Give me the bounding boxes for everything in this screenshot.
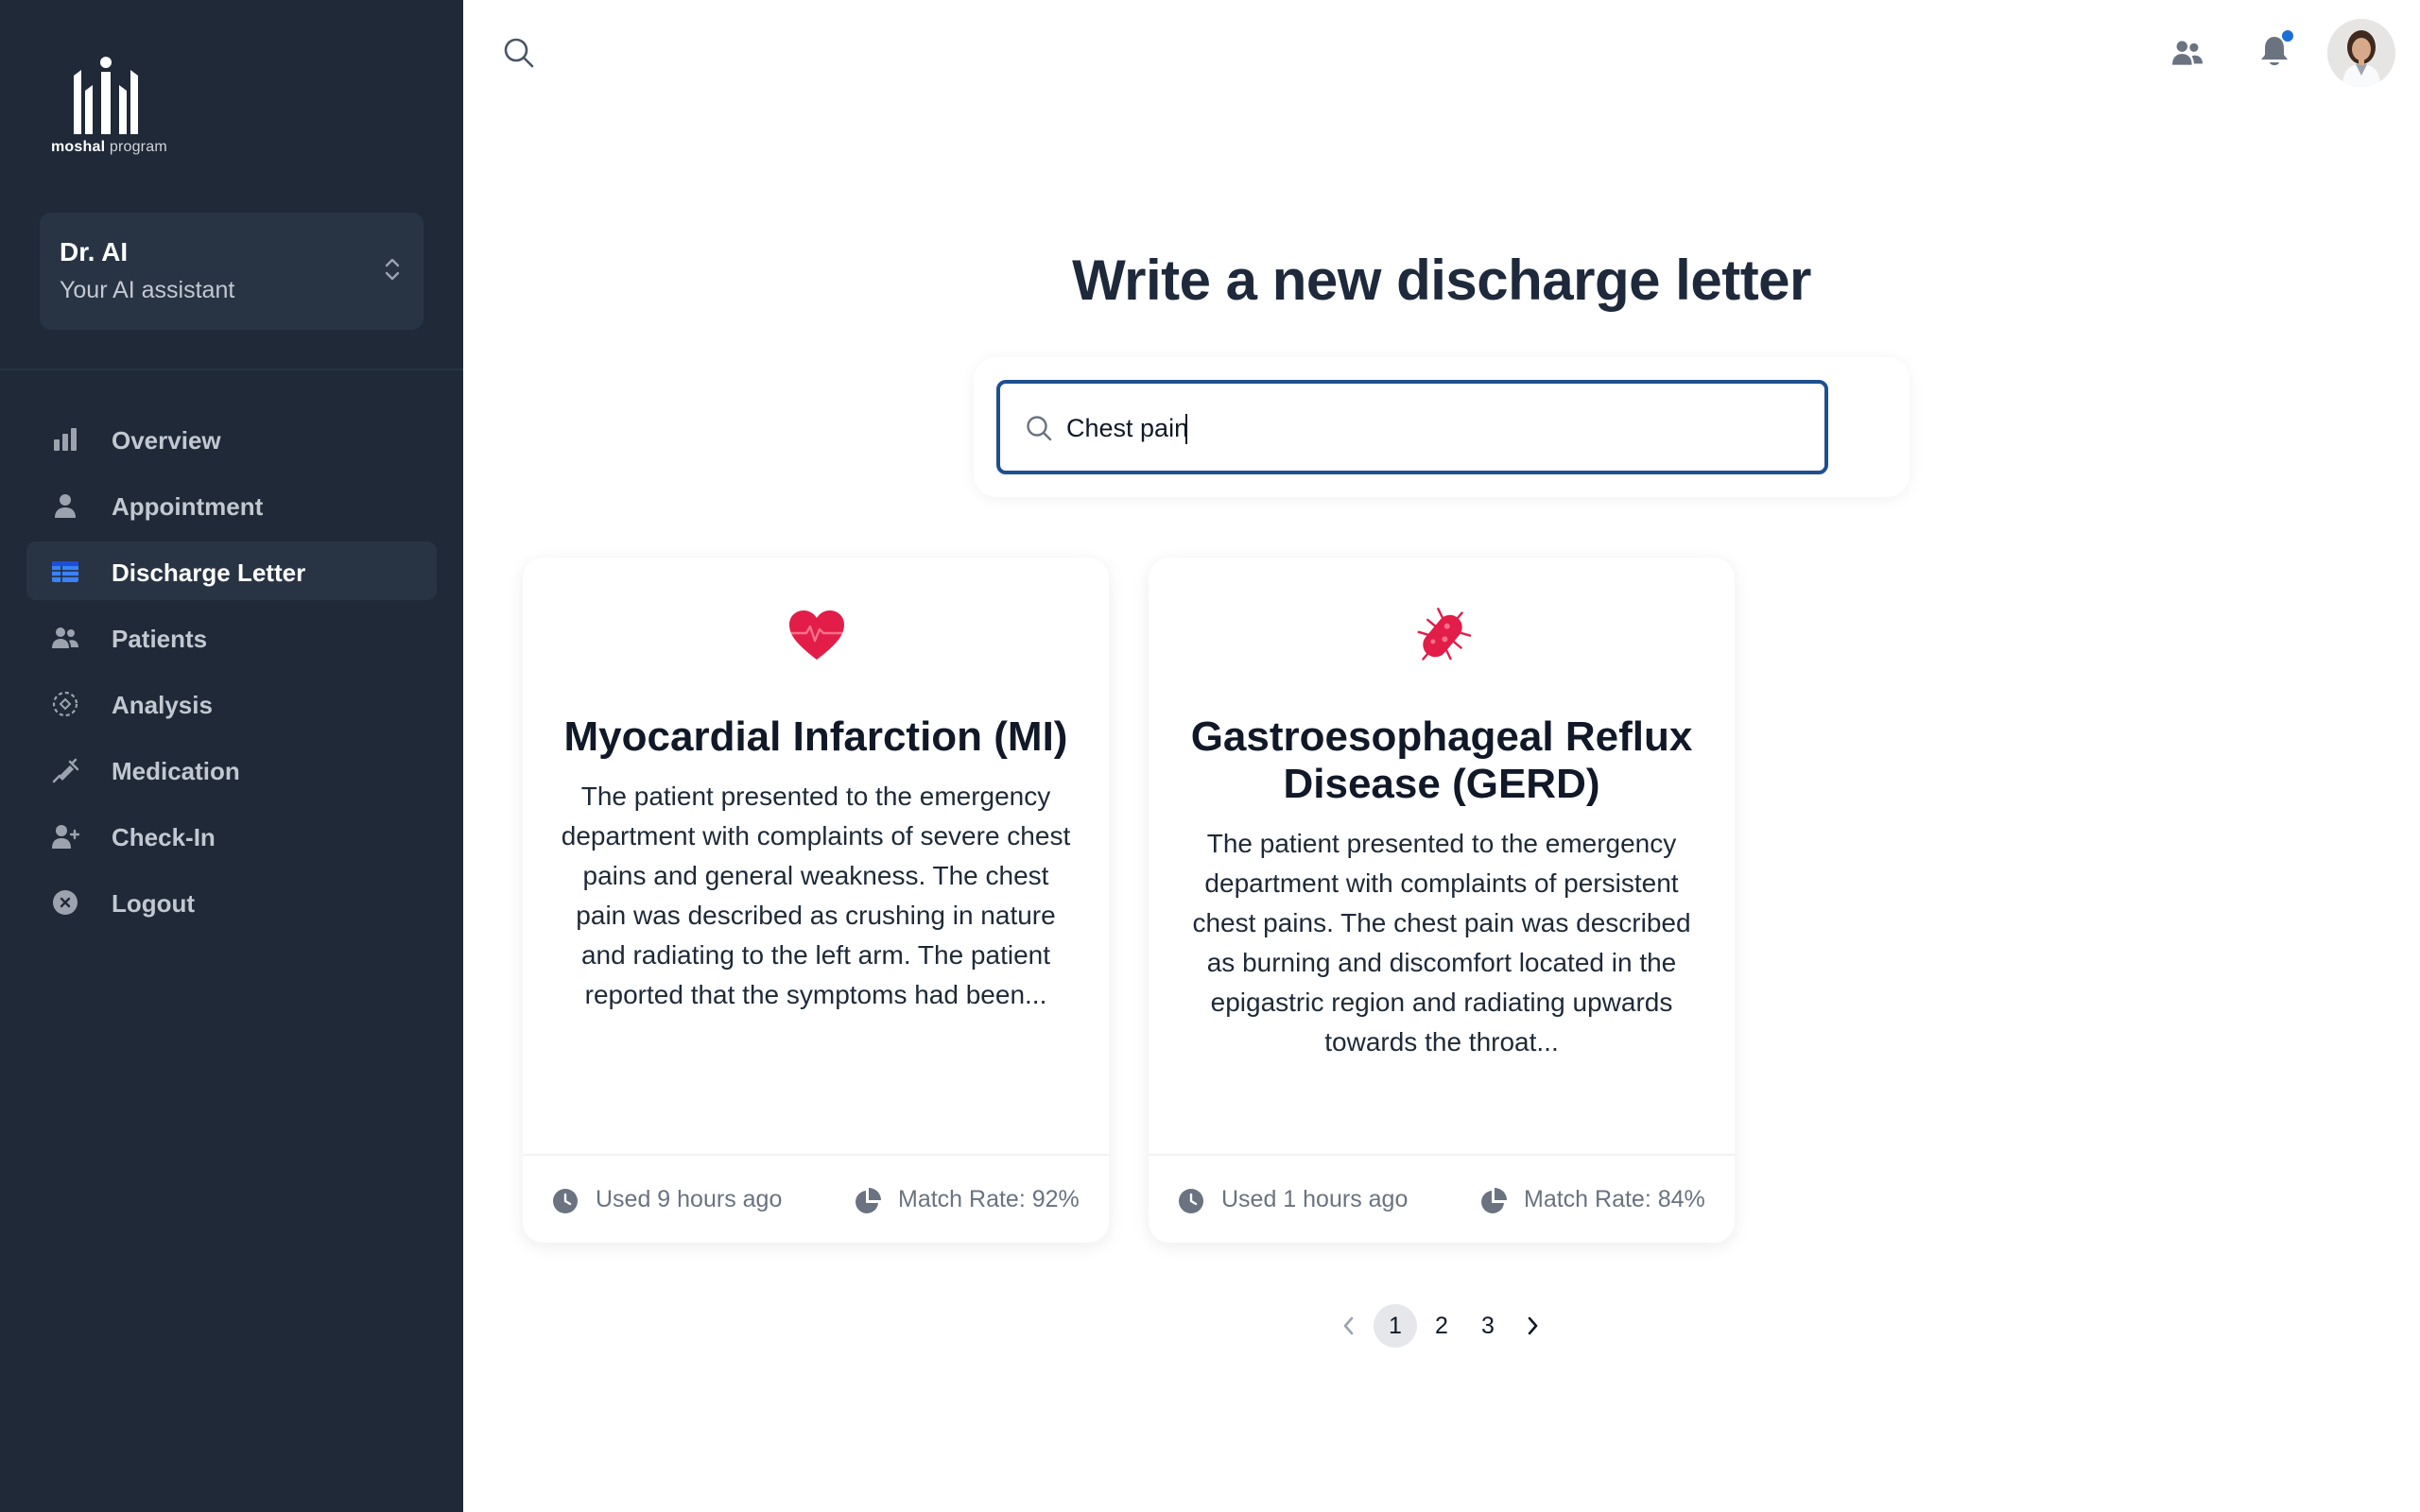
sidebar-item-label: Appointment (112, 492, 264, 521)
card-title: Gastroesophageal Reflux Disease (GERD) (1190, 713, 1693, 807)
card-title: Myocardial Infarction (MI) (563, 713, 1068, 760)
pie-chart-icon (1481, 1188, 1507, 1213)
sidebar-item-analysis[interactable]: Analysis (26, 674, 437, 732)
sidebar-item-label: Check-In (112, 823, 216, 851)
clock-icon (1179, 1189, 1203, 1213)
card-description: The patient presented to the emergency d… (1192, 829, 1691, 1057)
sidebar-nav: Overview Appointment Discharge Letter Pa… (26, 409, 437, 938)
sidebar-item-label: Patients (112, 625, 208, 653)
user-avatar-icon (2327, 19, 2395, 87)
sidebar-item-patients[interactable]: Patients (26, 608, 437, 666)
page-button-1[interactable]: 1 (1374, 1304, 1417, 1348)
template-card-mi[interactable]: Myocardial Infarction (MI) The patient p… (523, 558, 1109, 1243)
sidebar-item-check-in[interactable]: Check-In (26, 806, 437, 865)
clock-icon (553, 1189, 578, 1213)
search-icon (1027, 416, 1052, 441)
search-panel (974, 357, 1910, 497)
chevron-left-icon[interactable] (1338, 1314, 1360, 1338)
bacteria-icon (1417, 608, 1472, 661)
syringe-icon (51, 756, 79, 784)
sidebar-item-discharge-letter[interactable]: Discharge Letter (26, 541, 437, 600)
card-footer: Used 1 hours ago Match Rate: 84% (1149, 1154, 1735, 1243)
page-button-3[interactable]: 3 (1466, 1304, 1510, 1348)
search-input[interactable] (1066, 404, 1804, 452)
pie-chart-icon (856, 1188, 881, 1213)
assistant-subtitle: Your AI assistant (60, 277, 235, 303)
sidebar-item-label: Logout (112, 889, 196, 918)
brand-name: moshal program (51, 139, 167, 155)
card-footer: Used 9 hours ago Match Rate: 92% (523, 1154, 1109, 1243)
sidebar-item-label: Analysis (112, 691, 213, 719)
brand-logo[interactable]: moshal program (49, 57, 172, 161)
heart-pulse-icon (789, 610, 844, 660)
bar-chart-icon (51, 425, 79, 454)
sidebar: moshal program Dr. AI Your AI assistant … (0, 0, 463, 1512)
sidebar-item-label: Overview (112, 426, 221, 455)
table-icon (51, 558, 79, 586)
logo-mark-icon (74, 57, 138, 134)
user-icon (51, 491, 79, 520)
x-circle-icon (51, 888, 79, 917)
team-icon[interactable] (2170, 38, 2204, 68)
user-plus-icon (51, 822, 79, 850)
card-description: The patient presented to the emergency d… (561, 782, 1071, 1009)
assistant-switcher[interactable]: Dr. AI Your AI assistant (40, 213, 424, 330)
notification-dot (2282, 30, 2293, 42)
search-icon[interactable] (502, 36, 536, 70)
sidebar-divider (0, 369, 463, 370)
template-card-gerd[interactable]: Gastroesophageal Reflux Disease (GERD) T… (1149, 558, 1735, 1243)
assistant-name: Dr. AI (60, 237, 129, 266)
page-button-2[interactable]: 2 (1420, 1304, 1463, 1348)
avatar[interactable] (2327, 19, 2395, 87)
chevron-up-down-icon (385, 258, 400, 281)
users-icon (51, 624, 79, 652)
search-field[interactable] (996, 380, 1828, 474)
sidebar-item-appointment[interactable]: Appointment (26, 475, 437, 534)
chevron-right-icon[interactable] (1521, 1314, 1544, 1338)
sidebar-item-label: Medication (112, 757, 240, 785)
text-caret (1185, 414, 1187, 444)
sidebar-item-logout[interactable]: Logout (26, 872, 437, 931)
page-title: Write a new discharge letter (1072, 249, 1811, 312)
sidebar-item-medication[interactable]: Medication (26, 740, 437, 799)
sidebar-item-label: Discharge Letter (112, 558, 306, 587)
sidebar-item-overview[interactable]: Overview (26, 409, 437, 468)
scan-icon (51, 690, 79, 718)
